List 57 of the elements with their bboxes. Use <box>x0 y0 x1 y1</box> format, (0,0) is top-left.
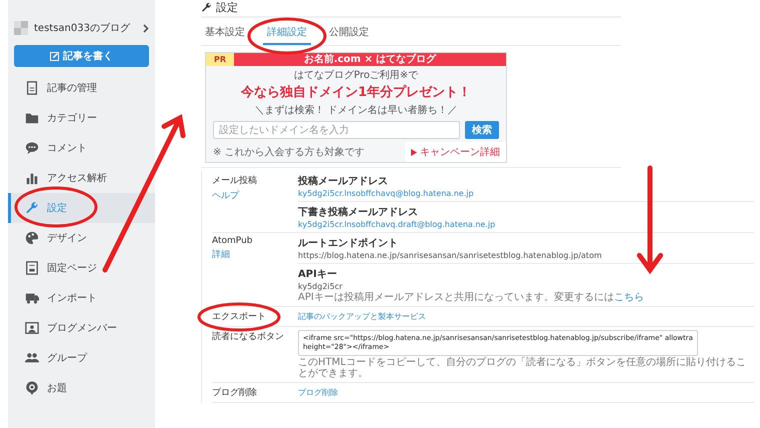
sidebar-item[interactable]: インポート <box>8 283 155 313</box>
sidebar-item[interactable]: グループ <box>8 343 155 373</box>
domain-search-field[interactable]: 設定したいドメイン名を入力 <box>213 121 460 139</box>
setting-label: メール投稿 <box>212 174 258 187</box>
truck-icon <box>25 291 39 305</box>
sidebar-item[interactable]: お題 <box>8 373 155 403</box>
folder-icon <box>25 111 39 125</box>
palette-icon <box>25 231 39 245</box>
page-title: 設定 <box>216 0 238 14</box>
setting-label: 読者になるボタン <box>212 330 285 343</box>
ad-subline: ＼まずは検索！ ドメイン名は早い者勝ち！／ <box>253 104 459 117</box>
member-card-icon <box>25 321 39 335</box>
edit-icon <box>50 52 59 60</box>
sidebar-item[interactable]: 固定ページ <box>8 253 155 283</box>
people-icon <box>25 351 39 365</box>
sidebar-item[interactable]: 記事の管理 <box>8 73 155 103</box>
pr-badge: PR <box>206 53 234 66</box>
sidebar-item[interactable]: ブログメンバー <box>8 313 155 343</box>
setting-note: このHTMLコードをコピーして、自分のブログの「読者になる」ボタンを任意の場所に貼り付けることができます。 <box>298 357 747 379</box>
wrench-icon <box>25 201 39 215</box>
setting-link[interactable]: 記事のバックアップと製本サービス <box>298 311 426 322</box>
sidebar-item[interactable]: デザイン <box>8 223 155 253</box>
settings-tab[interactable]: 基本設定 <box>201 22 249 45</box>
blog-name[interactable]: testsan033のブログ <box>34 21 137 35</box>
ad-note: ※ これから入会する方も対象です <box>212 146 365 159</box>
setting-note: APIキーは投稿用メールアドレスと共用になっています。変更するにはこちら <box>298 292 645 303</box>
settings-tab[interactable]: 詳細設定 <box>263 22 311 45</box>
ad-headline: 今なら独自ドメイン1年分プレゼント！ <box>240 84 472 101</box>
setting-help-link[interactable]: 詳細 <box>212 248 230 261</box>
sidebar-item[interactable]: カテゴリー <box>8 103 155 133</box>
setting-value: https://blog.hatena.ne.jp/sanrisesansan/sanrisetestblog.hatenablog.jp/atom <box>298 251 603 260</box>
setting-label: エクスポート <box>212 311 267 323</box>
campaign-link[interactable]: キャンペーン詳細 <box>405 142 506 162</box>
setting-label: ブログ削除 <box>212 386 258 399</box>
settings-tab[interactable]: 公開設定 <box>325 22 373 45</box>
bar-chart-icon <box>25 171 39 185</box>
setting-link[interactable]: ky5dg2i5cr.lnsobffchavq@blog.hatena.ne.jp <box>298 189 474 198</box>
setting-value: ky5dg2i5cr <box>298 282 343 291</box>
ad-header: お名前.com × はてなブログ <box>302 53 438 66</box>
setting-title: 投稿メールアドレス <box>298 174 389 188</box>
question-bubble-icon <box>25 381 39 395</box>
setting-title: 下書き投稿メールアドレス <box>298 206 419 219</box>
wrench-icon <box>201 2 212 12</box>
sidebar-item[interactable]: コメント <box>8 133 155 163</box>
setting-title: APIキー <box>298 268 338 281</box>
play-triangle-icon <box>411 148 417 156</box>
blog-avatar-icon <box>14 21 28 35</box>
sidebar-item[interactable]: アクセス解析 <box>8 163 155 193</box>
document-icon <box>25 81 39 95</box>
setting-link[interactable]: ブログ削除 <box>298 387 338 398</box>
speech-bubble-icon <box>25 141 39 155</box>
setting-label: AtomPub <box>212 236 254 246</box>
setting-link[interactable]: ky5dg2i5cr.lnsobffchavq.draft@blog.hatena.ne.jp <box>298 220 496 229</box>
setting-title: ルートエンドポイント <box>298 237 399 250</box>
page-icon <box>25 261 39 275</box>
ad-lead-text: はてなブログProご利用※で <box>292 68 420 82</box>
chevron-right-icon[interactable] <box>143 24 149 32</box>
